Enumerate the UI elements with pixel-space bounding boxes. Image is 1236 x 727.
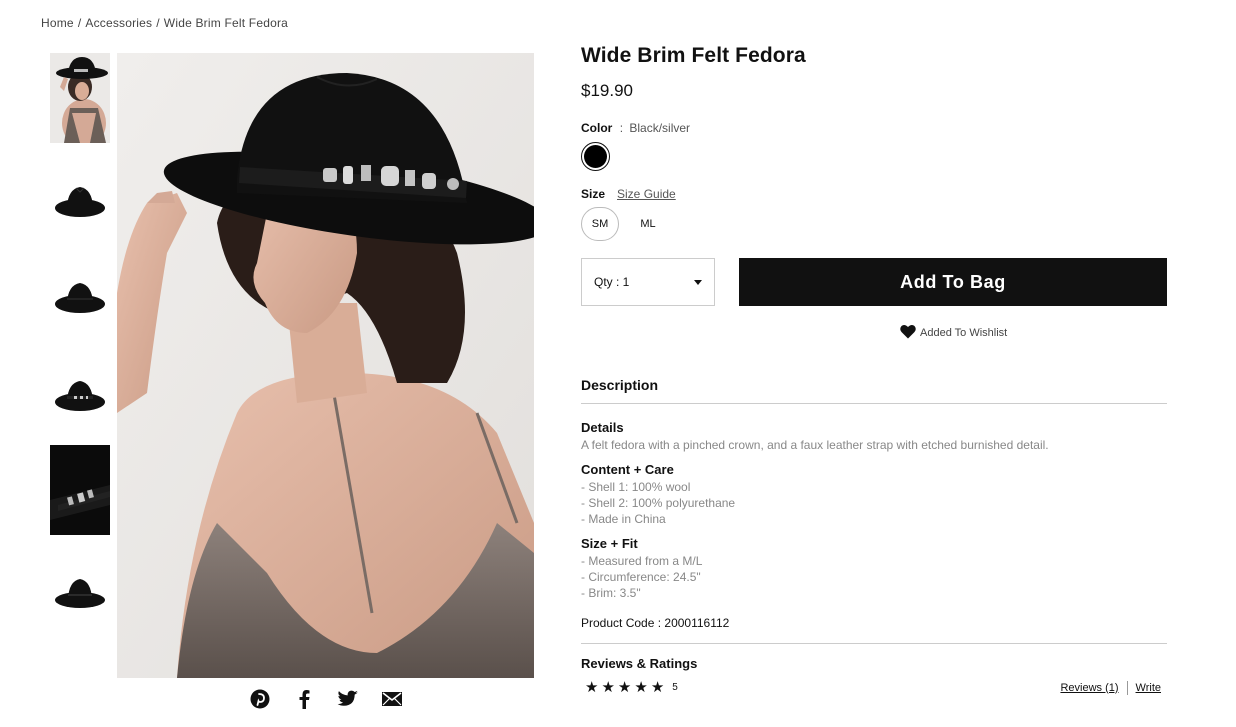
size-fit-section: Size + Fit - Measured from a M/L - Circu… [581,536,1167,601]
content-care-section: Content + Care - Shell 1: 100% wool - Sh… [581,462,1167,527]
details-title: Details [581,420,624,435]
main-product-image[interactable] [117,53,534,678]
size-guide-link[interactable]: Size Guide [617,187,676,201]
thumbnail-hat-front[interactable] [50,249,110,339]
pinterest-icon[interactable] [249,688,271,710]
size-option-ml[interactable]: ML [629,207,667,241]
thumbnail-hat-detail[interactable] [50,445,110,535]
color-separator: : [619,121,624,135]
product-code-value: 2000116112 [664,616,730,630]
color-value: Black/silver [629,121,691,135]
star-icon: ★ [585,679,599,696]
quantity-select[interactable]: Qty : 1 [581,258,715,306]
fit-item: - Brim: 3.5" [581,586,641,600]
email-icon[interactable] [381,688,403,710]
star-rating: ★ ★ ★ ★ ★ 5 [585,680,678,695]
breadcrumb: Home / Accessories / Wide Brim Felt Fedora [41,16,289,30]
divider [1126,680,1128,695]
details-text: A felt fedora with a pinched crown, and … [581,438,1049,452]
product-code-label: Product Code : [581,616,662,630]
buy-row: Qty : 1 Add To Bag [581,258,1167,306]
thumbnail-list [50,53,110,641]
color-swatch-black[interactable] [581,142,610,171]
breadcrumb-accessories[interactable]: Accessories [85,16,152,30]
star-icon: ★ [634,679,648,696]
share-bar [117,688,534,710]
product-code: Product Code : 2000116112 [581,616,1167,644]
quantity-label: Qty : 1 [594,275,630,289]
review-links: Reviews (1) Write [1060,680,1161,695]
chevron-down-icon [694,279,702,285]
description-heading[interactable]: Description [581,377,1167,404]
size-row: Size Size Guide [581,187,1167,201]
product-price: $19.90 [581,81,633,100]
thumbnail-hat-side[interactable] [50,151,110,241]
care-item: - Shell 2: 100% polyurethane [581,496,736,510]
details-section: Details A felt fedora with a pinched cro… [581,420,1167,453]
fit-item: - Measured from a M/L [581,554,703,568]
size-fit-title: Size + Fit [581,536,638,551]
thumbnail-hat-strap[interactable] [50,347,110,437]
rating-row: ★ ★ ★ ★ ★ 5 Reviews (1) Write [581,680,1161,695]
write-review-link[interactable]: Write [1136,682,1161,694]
rating-value: 5 [672,682,678,693]
color-row: Color : Black/silver [581,121,1167,171]
product-title: Wide Brim Felt Fedora [581,44,806,67]
reviews-heading: Reviews & Ratings [581,656,698,671]
wishlist-label: Added To Wishlist [920,327,1008,339]
content-care-title: Content + Care [581,462,674,477]
breadcrumb-current: Wide Brim Felt Fedora [163,16,289,30]
wishlist-toggle[interactable]: Added To Wishlist [900,324,1030,339]
size-label: Size [581,187,606,201]
size-option-sm[interactable]: SM [581,207,619,241]
add-to-bag-button[interactable]: Add To Bag [739,258,1167,306]
breadcrumb-home[interactable]: Home [41,16,74,30]
twitter-icon[interactable] [337,688,359,710]
size-options: SM ML [581,207,1167,241]
care-item: - Made in China [581,512,666,526]
thumbnail-model[interactable] [50,53,110,143]
thumbnail-hat-back[interactable] [50,543,110,633]
facebook-icon[interactable] [293,688,315,710]
star-icon: ★ [650,679,665,696]
fit-item: - Circumference: 24.5" [581,570,701,584]
care-item: - Shell 1: 100% wool [581,480,691,494]
heart-icon [900,324,916,339]
star-icon: ★ [617,679,632,696]
color-label: Color [581,121,613,135]
product-info: Wide Brim Felt Fedora $19.90 Color : Bla… [581,44,1167,695]
star-icon: ★ [601,679,615,696]
reviews-link[interactable]: Reviews (1) [1060,682,1118,694]
